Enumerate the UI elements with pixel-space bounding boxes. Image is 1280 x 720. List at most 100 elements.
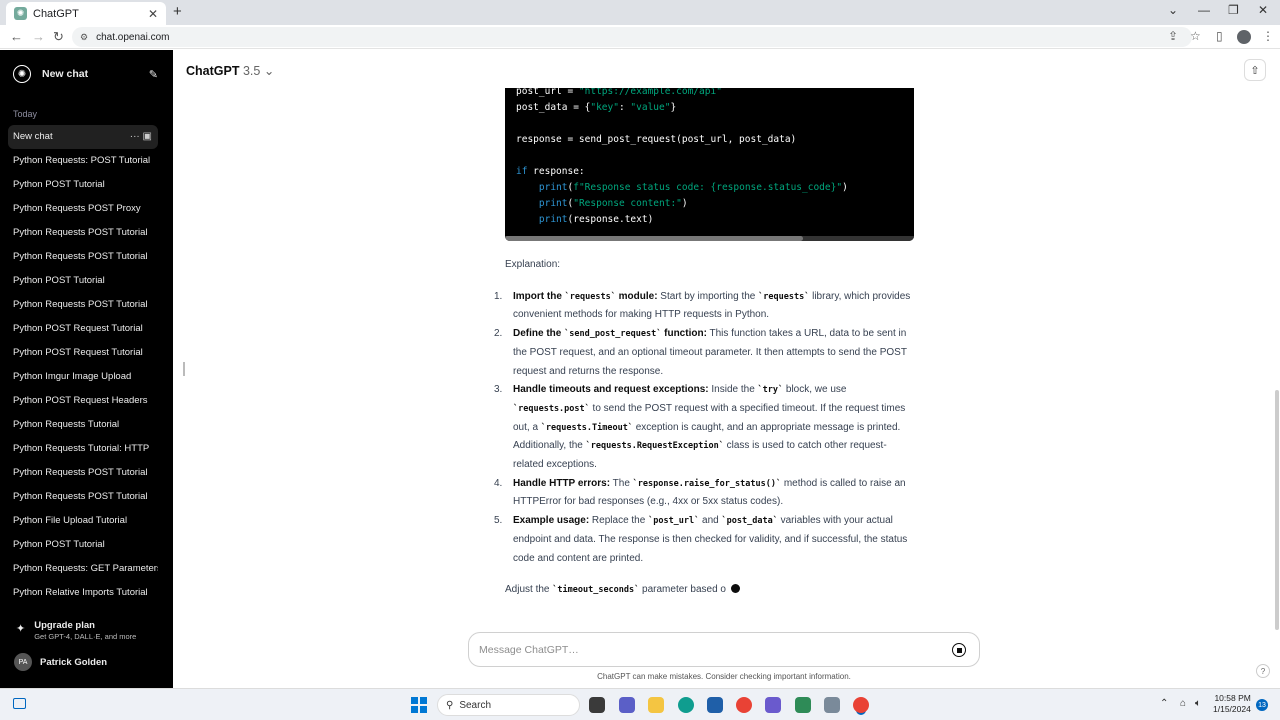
forward-icon[interactable]: → — [32, 29, 45, 44]
stop-generating-button[interactable] — [952, 643, 966, 657]
item-text: block, we use — [783, 384, 847, 396]
item-title: function: — [661, 328, 707, 340]
sidebar-item[interactable]: Python Requests POST Tutorial — [8, 245, 158, 269]
sidebar-item[interactable]: Python POST Request Headers — [8, 389, 158, 413]
store-icon[interactable] — [707, 697, 723, 713]
sidebar-collapse-handle[interactable] — [183, 362, 185, 376]
code-token: : — [618, 102, 631, 113]
network-icon[interactable]: ⌂ — [1180, 698, 1186, 709]
upgrade-plan-button[interactable]: ✦ Upgrade plan Get GPT-4, DALL·E, and mo… — [16, 620, 136, 641]
stop-icon — [956, 647, 962, 653]
sidebar: ✺ New chat ✎ Today New chat ··· ▣ Python R… — [0, 50, 173, 688]
model-selector[interactable]: ChatGPT 3.5 ⌄ — [186, 63, 274, 78]
item-title: module: — [615, 290, 658, 302]
sidebar-item[interactable]: Python Requests POST Proxy — [8, 197, 158, 221]
side-panel-icon[interactable]: ▯ — [1216, 29, 1223, 43]
site-info-icon[interactable]: ⚙ — [80, 32, 88, 43]
new-chat-header[interactable]: ✺ New chat ✎ — [8, 60, 158, 88]
code-token: response = send_post_request(post_url, p… — [516, 134, 797, 145]
code-line: response = send_post_request(post_url, p… — [516, 134, 796, 145]
chat-scrollbar[interactable] — [1275, 390, 1279, 630]
more-options-icon[interactable]: ··· — [130, 131, 143, 142]
sidebar-item[interactable]: Python File Upload Tutorial — [8, 509, 158, 533]
url-field[interactable]: ⚙ chat.openai.com — [72, 27, 1192, 47]
start-button[interactable] — [411, 697, 427, 713]
item-title: Handle timeouts and request exceptions: — [513, 384, 709, 396]
sidebar-item[interactable]: Python Relative Imports Tutorial — [8, 581, 158, 605]
sidebar-item-label: Python Requests POST Tutorial — [13, 491, 148, 502]
chrome-icon[interactable] — [736, 697, 752, 713]
minimize-icon[interactable]: — — [1198, 3, 1210, 17]
code-token: response: — [527, 166, 585, 177]
sidebar-item[interactable]: Python Requests Tutorial — [8, 413, 158, 437]
sidebar-item-label: Python Requests: GET Parameters — [13, 563, 158, 574]
volume-icon[interactable]: 🔈︎ — [1195, 698, 1201, 709]
explanation-heading: Explanation: — [505, 259, 561, 270]
clock-time: 10:58 PM — [1214, 693, 1251, 703]
browser-menu-icon[interactable]: ⋮ — [1262, 29, 1274, 43]
sidebar-item[interactable]: Python Requests POST Tutorial — [8, 293, 158, 317]
new-tab-icon[interactable]: + — [173, 3, 182, 20]
teams-icon[interactable] — [619, 697, 635, 713]
help-icon[interactable]: ? — [1256, 664, 1270, 678]
code-token: print — [538, 198, 568, 209]
browser-tab[interactable]: ✺ ChatGPT ✕ — [6, 2, 166, 25]
code-token: f"Response status code: {response.status… — [573, 182, 843, 193]
sidebar-item[interactable]: Python POST Tutorial — [8, 173, 158, 197]
sidebar-item[interactable]: Python POST Tutorial — [8, 269, 158, 293]
sidebar-item[interactable]: Python Requests POST Tutorial — [8, 221, 158, 245]
file-explorer-dark-icon[interactable] — [589, 697, 605, 713]
chat-actions[interactable]: ··· ▣ — [130, 125, 152, 149]
avatar: PA — [14, 653, 32, 671]
system-clock[interactable]: 10:58 PM 1/15/2024 — [1213, 693, 1251, 715]
inline-code: `requests.Timeout` — [540, 422, 633, 433]
chrome-active-icon[interactable] — [853, 697, 869, 713]
tab-search-icon[interactable]: ⌄ — [1168, 3, 1178, 17]
app-icon[interactable] — [765, 697, 781, 713]
sidebar-item[interactable]: Python POST Request Tutorial — [8, 317, 158, 341]
inline-code: `post_url` — [648, 516, 700, 527]
sidebar-item[interactable]: Python Requests: GET Parameters — [8, 557, 158, 581]
reload-icon[interactable]: ↻ — [53, 29, 64, 45]
bookmark-star-icon[interactable]: ☆ — [1190, 29, 1201, 43]
profile-avatar-icon[interactable] — [1237, 30, 1251, 44]
code-scrollbar-thumb[interactable] — [505, 236, 803, 241]
app-icon[interactable] — [824, 697, 840, 713]
section-today-label: Today — [13, 109, 38, 119]
back-icon[interactable]: ← — [10, 29, 23, 44]
sidebar-item[interactable]: Python Requests POST Tutorial — [8, 485, 158, 509]
message-input[interactable] — [479, 641, 929, 659]
sidebar-item[interactable]: Python Imgur Image Upload — [8, 365, 158, 389]
taskbar-search-label: Search — [459, 699, 492, 711]
list-number: 5. — [494, 515, 503, 527]
maximize-icon[interactable]: ❐ — [1228, 3, 1239, 17]
sidebar-item[interactable]: New chat ··· ▣ — [8, 125, 158, 149]
inline-code: `response.raise_for_status()` — [632, 478, 782, 489]
clock-date: 1/15/2024 — [1213, 704, 1251, 714]
sidebar-item[interactable]: Python POST Tutorial — [8, 533, 158, 557]
close-window-icon[interactable]: ✕ — [1258, 3, 1268, 17]
folder-icon[interactable] — [648, 697, 664, 713]
assistant-message: Explanation: 1. Import the `requests` mod… — [494, 256, 917, 600]
chevron-up-icon[interactable]: ⌃ — [1160, 698, 1168, 709]
search-icon: ⚲ — [446, 699, 454, 711]
sidebar-item[interactable]: Python POST Request Tutorial — [8, 341, 158, 365]
edge-icon[interactable] — [678, 697, 694, 713]
sidebar-item[interactable]: Python Requests Tutorial: HTTP — [8, 437, 158, 461]
share-page-icon[interactable]: ⇪ — [1168, 29, 1178, 43]
close-tab-icon[interactable]: ✕ — [148, 7, 158, 21]
streaming-paragraph: Adjust the `timeout_seconds` parameter b… — [505, 581, 917, 600]
share-chat-button[interactable]: ⇧ — [1244, 59, 1266, 81]
notification-badge[interactable]: 13 — [1256, 699, 1268, 711]
sidebar-item[interactable]: Python Requests POST Tutorial — [8, 461, 158, 485]
sidebar-item-label: New chat — [13, 131, 53, 142]
taskbar-search[interactable]: ⚲ Search — [437, 694, 580, 716]
code-token: "Response content:" — [573, 198, 682, 209]
archive-icon[interactable]: ▣ — [143, 131, 152, 142]
user-menu[interactable]: PA Patrick Golden — [14, 653, 107, 671]
item-title: Handle HTTP errors: — [513, 477, 611, 489]
widgets-icon[interactable] — [13, 698, 26, 709]
sidebar-item[interactable]: Python Requests: POST Tutorial — [8, 149, 158, 173]
excel-icon[interactable] — [795, 697, 811, 713]
compose-icon[interactable]: ✎ — [149, 68, 158, 81]
